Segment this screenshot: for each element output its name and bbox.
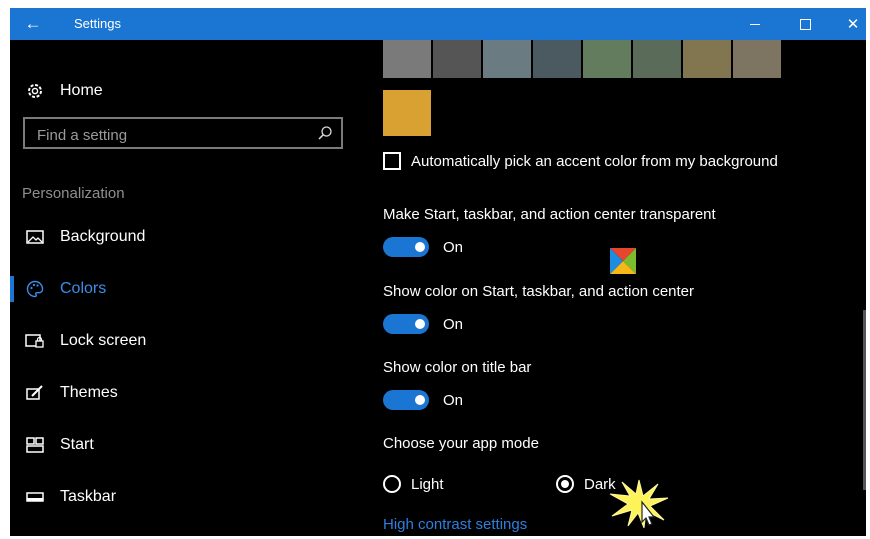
- sidebar-item-home[interactable]: Home: [24, 80, 103, 102]
- toggle-state: On: [443, 391, 464, 409]
- windows-logo-icon: [610, 248, 636, 274]
- sidebar-item-themes[interactable]: Themes: [24, 378, 118, 408]
- start-tiles-icon: [24, 434, 46, 456]
- close-button[interactable]: ✕: [830, 8, 866, 40]
- sidebar-item-label: Background: [60, 228, 146, 245]
- toggle-knob: [415, 242, 425, 252]
- taskbar-icon: [24, 486, 46, 508]
- high-contrast-link[interactable]: High contrast settings: [383, 516, 527, 533]
- auto-accent-checkbox-row[interactable]: Automatically pick an accent color from …: [383, 152, 778, 170]
- toggle-knob: [415, 395, 425, 405]
- image-icon: [24, 226, 46, 248]
- sidebar-item-label: Themes: [60, 384, 118, 401]
- show-color-title-label: Show color on title bar: [383, 359, 532, 376]
- search-input[interactable]: [35, 123, 309, 147]
- sidebar-item-colors[interactable]: Colors: [24, 274, 106, 304]
- sidebar-item-label: Taskbar: [60, 488, 117, 505]
- transparency-toggle[interactable]: [383, 237, 429, 257]
- gear-icon: [24, 80, 46, 102]
- show-color-start-toggle-row: On: [383, 314, 463, 334]
- window-title: Settings: [74, 16, 121, 31]
- toggle-state: On: [443, 238, 464, 256]
- arrow-left-icon: ←: [24, 14, 42, 33]
- minimize-icon: [750, 23, 760, 25]
- sidebar-item-background[interactable]: Background: [24, 222, 145, 252]
- show-color-start-label: Show color on Start, taskbar, and action…: [383, 283, 695, 300]
- minimize-button[interactable]: [732, 8, 778, 40]
- toggle-knob: [415, 319, 425, 329]
- accent-swatch[interactable]: [683, 40, 731, 78]
- accent-swatch[interactable]: [733, 40, 781, 78]
- settings-window: ← Settings ✕ Home Personalization: [10, 8, 866, 536]
- brush-icon: [24, 382, 46, 404]
- accent-swatch[interactable]: [433, 40, 481, 78]
- search-box[interactable]: [23, 117, 343, 149]
- active-indicator: [10, 276, 14, 302]
- sidebar-item-label: Start: [60, 436, 94, 453]
- palette-icon: [24, 278, 46, 300]
- sidebar: Home Personalization Background Colors: [10, 40, 358, 536]
- mode-dark-radio[interactable]: [556, 475, 574, 493]
- toggle-state: On: [443, 315, 464, 333]
- sidebar-item-lock-screen[interactable]: Lock screen: [24, 326, 146, 356]
- scrollbar[interactable]: [863, 310, 866, 490]
- app-mode-label: Choose your app mode: [383, 435, 539, 452]
- home-label: Home: [60, 82, 103, 99]
- accent-swatch[interactable]: [383, 40, 431, 78]
- mode-light-label: Light: [411, 475, 444, 493]
- title-bar: ← Settings ✕: [10, 8, 866, 40]
- show-color-title-toggle[interactable]: [383, 390, 429, 410]
- mode-light-radio[interactable]: [383, 475, 401, 493]
- lock-screen-icon: [24, 330, 46, 352]
- search-icon: [317, 125, 333, 141]
- show-color-start-toggle[interactable]: [383, 314, 429, 334]
- section-heading-personalization: Personalization: [22, 185, 125, 202]
- sidebar-item-label: Colors: [60, 280, 107, 297]
- transparency-toggle-row: On: [383, 237, 463, 257]
- maximize-icon: [799, 18, 811, 30]
- accent-swatch[interactable]: [583, 40, 631, 78]
- sidebar-item-taskbar[interactable]: Taskbar: [24, 482, 116, 512]
- colors-content-pane: Automatically pick an accent color from …: [358, 40, 866, 536]
- sidebar-item-label: Lock screen: [60, 332, 147, 349]
- mode-light-option[interactable]: Light: [383, 475, 444, 493]
- accent-swatch[interactable]: [483, 40, 531, 78]
- click-highlight-icon: [608, 478, 670, 530]
- auto-accent-label: Automatically pick an accent color from …: [411, 152, 778, 170]
- close-icon: ✕: [846, 16, 860, 33]
- accent-swatch[interactable]: [383, 90, 431, 136]
- auto-accent-checkbox[interactable]: [383, 152, 401, 170]
- accent-swatch[interactable]: [533, 40, 581, 78]
- accent-swatch[interactable]: [633, 40, 681, 78]
- show-color-title-toggle-row: On: [383, 390, 463, 410]
- mode-dark-option[interactable]: Dark: [556, 475, 616, 493]
- sidebar-item-start[interactable]: Start: [24, 430, 94, 460]
- transparency-label: Make Start, taskbar, and action center t…: [383, 206, 716, 223]
- maximize-button[interactable]: [782, 8, 828, 40]
- back-button[interactable]: ←: [10, 8, 56, 40]
